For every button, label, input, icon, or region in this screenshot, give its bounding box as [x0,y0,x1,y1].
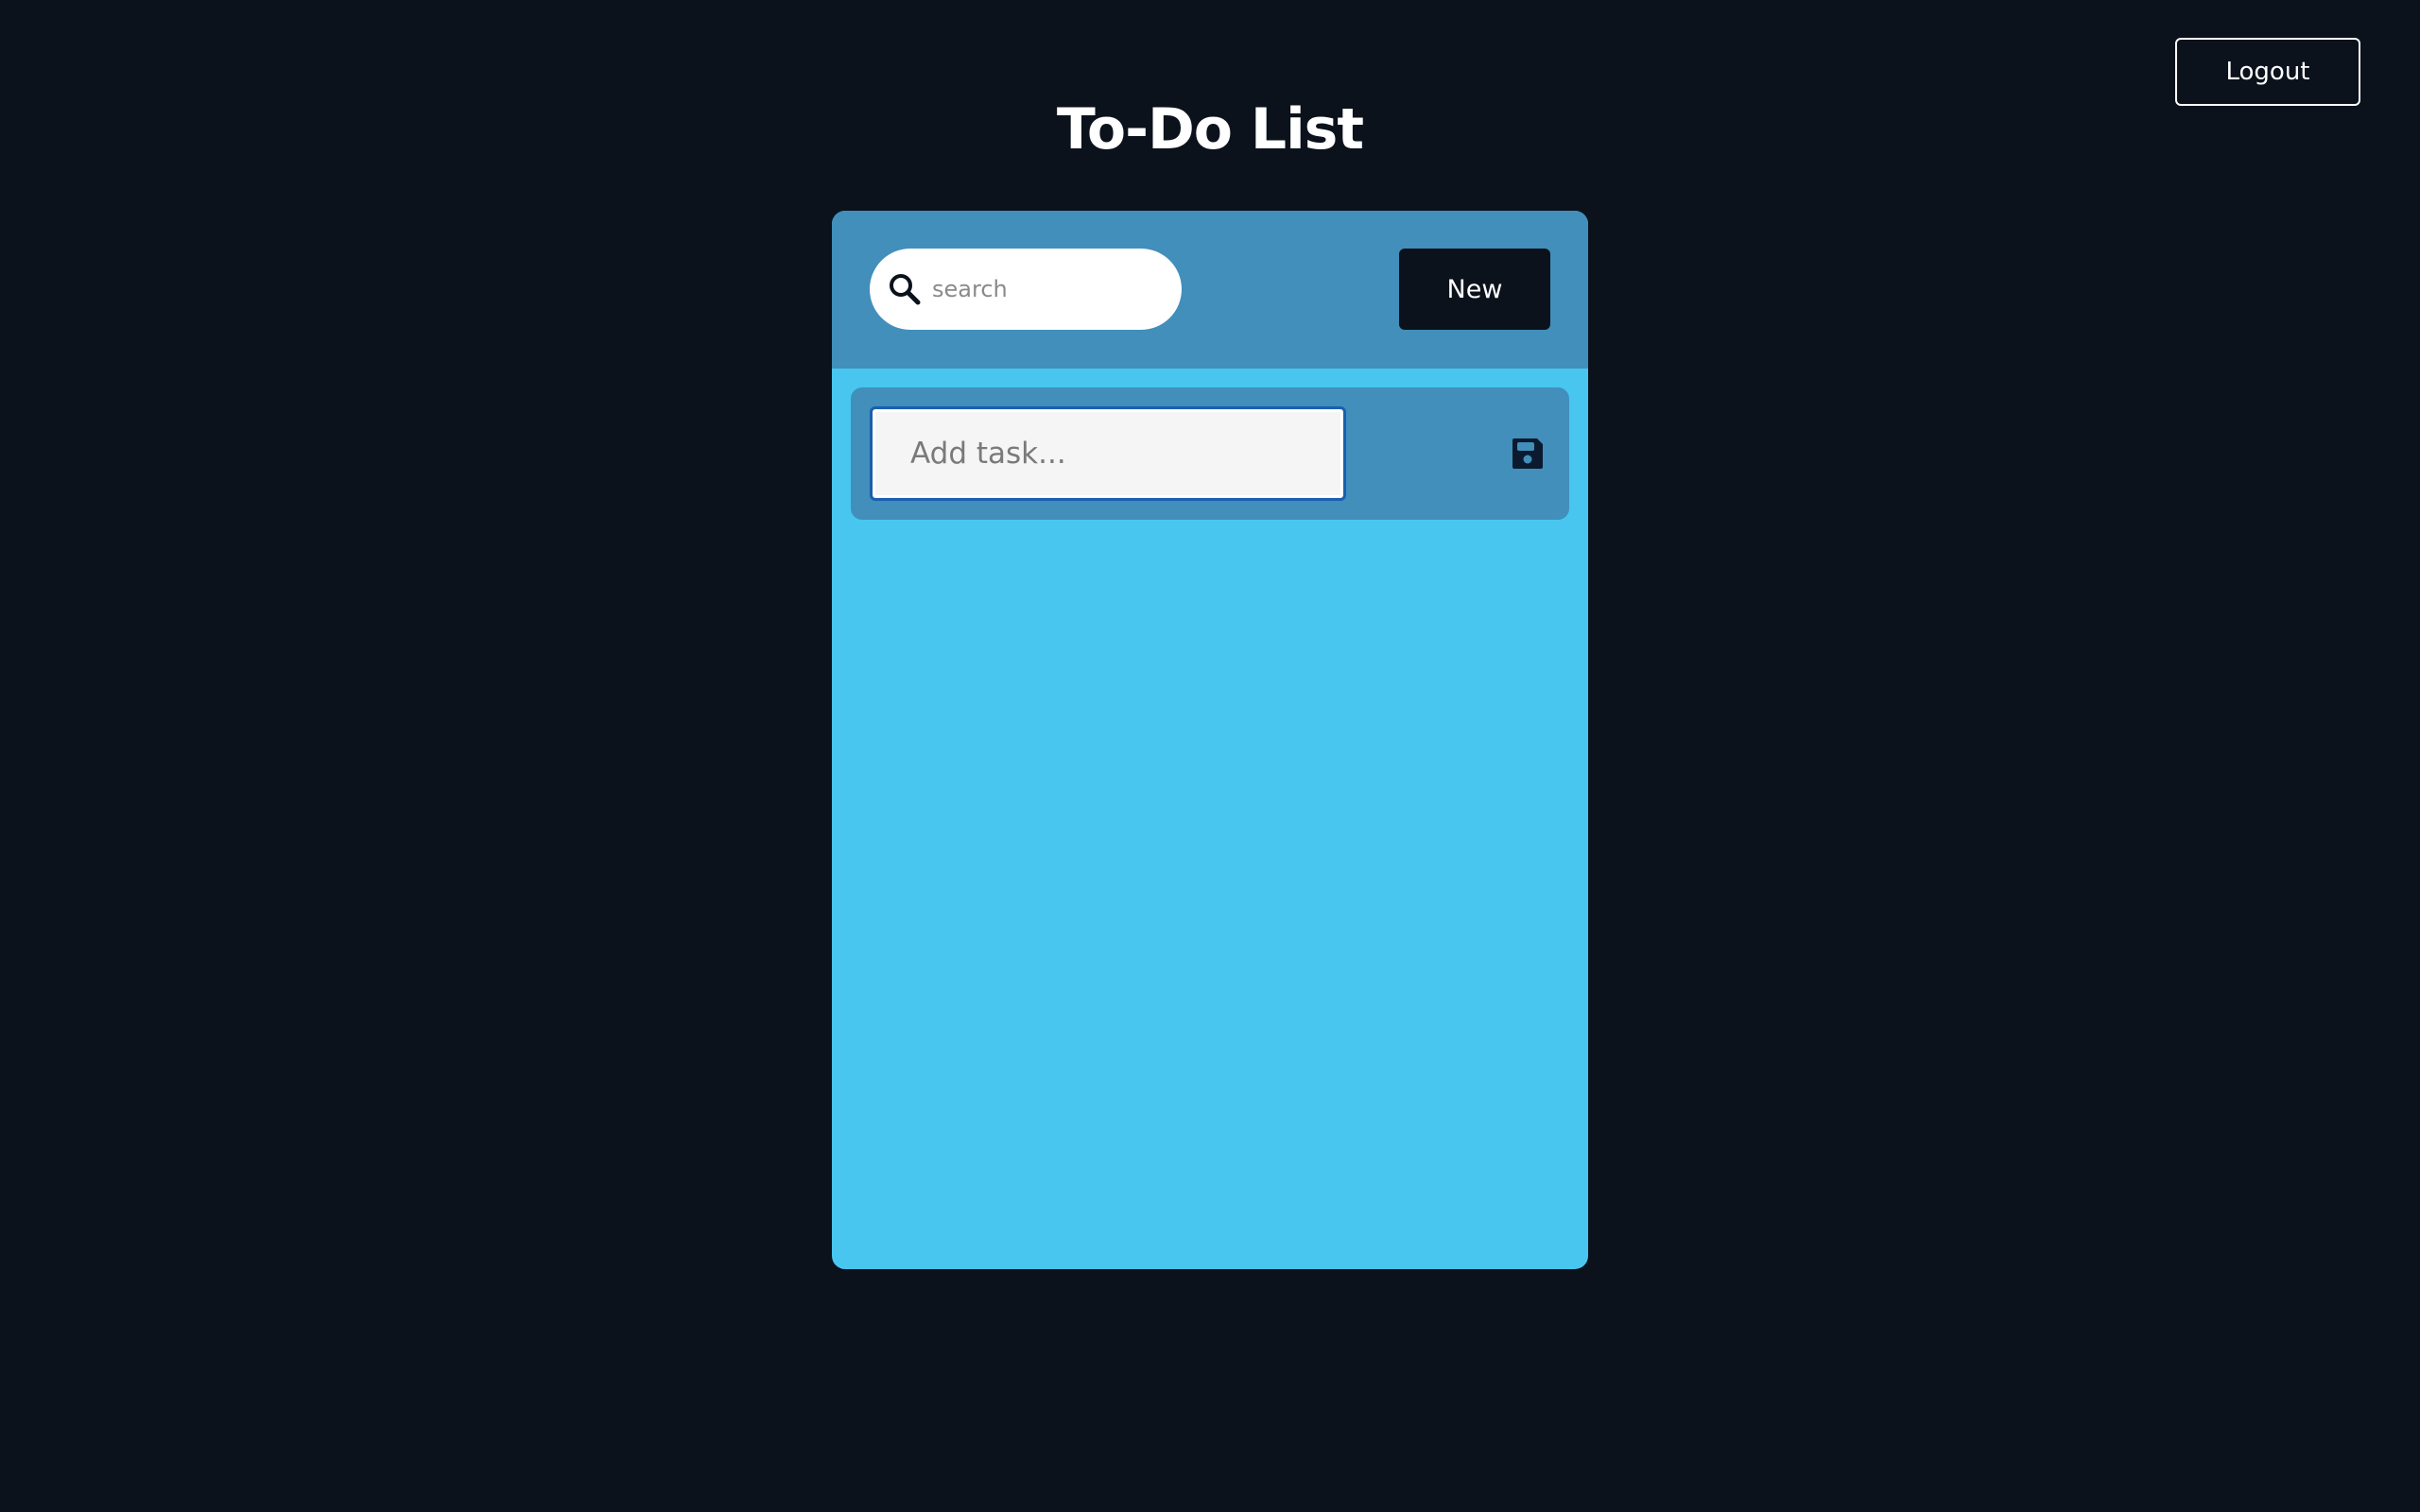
search-input[interactable] [930,260,1161,318]
new-task-button[interactable]: New [1399,249,1550,330]
card-toolbar: New [832,211,1588,369]
todo-card: New [832,211,1588,1269]
save-icon[interactable] [1509,435,1547,472]
page-title: To-Do List [1056,96,1364,163]
add-task-panel [851,387,1569,520]
search-box[interactable] [870,249,1182,330]
todo-page: Logout To-Do List New [0,0,2420,1512]
search-icon [887,271,923,307]
add-task-input[interactable] [870,406,1346,501]
